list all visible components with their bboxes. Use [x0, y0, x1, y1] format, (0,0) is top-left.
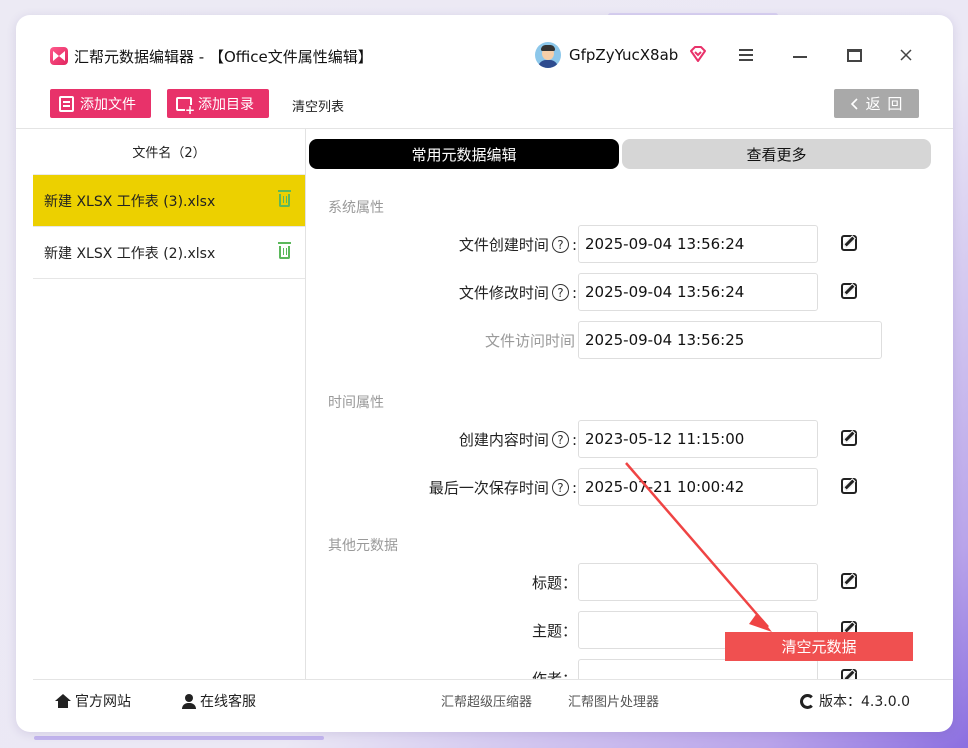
- back-label: 返 回: [865, 95, 904, 113]
- user-avatar[interactable]: [535, 42, 561, 68]
- title-field[interactable]: [578, 563, 818, 601]
- field-label-text: 文件访问时间: [484, 332, 575, 350]
- question-icon[interactable]: ?: [551, 431, 569, 448]
- last-saved-field[interactable]: [578, 468, 818, 506]
- field-label: 标题：: [532, 572, 577, 593]
- app-window: 汇帮元数据编辑器 - 【Office文件属性编辑】 GfpZyYucX8ab 添…: [16, 15, 953, 732]
- title-bar: 汇帮元数据编辑器 - 【Office文件属性编辑】 GfpZyYucX8ab: [16, 15, 953, 77]
- field-label: 最后一次保存时间 ?:: [428, 478, 577, 498]
- add-directory-button[interactable]: 添加目录: [167, 89, 269, 118]
- tab-bar: 常用元数据编辑 查看更多: [309, 139, 931, 169]
- version-label: 版本：4.3.0.0: [819, 694, 910, 710]
- hamburger-icon: [739, 54, 753, 56]
- field-row-author: 作者：: [307, 659, 947, 679]
- field-row-created: 文件创建时间 ?:: [307, 225, 947, 263]
- version-info: 版本：4.3.0.0: [800, 691, 910, 711]
- section-title-time: 时间属性: [328, 395, 384, 411]
- question-icon[interactable]: ?: [551, 479, 569, 496]
- field-label-text: 文件修改时间: [458, 284, 549, 302]
- edit-icon[interactable]: [841, 573, 857, 589]
- field-label-text: 最后一次保存时间: [428, 479, 549, 497]
- question-icon[interactable]: ?: [551, 284, 569, 301]
- refresh-icon[interactable]: [800, 693, 815, 709]
- file-list-panel: 文件名（2） 新建 XLSX 工作表 (3).xlsx 新建 XLSX 工作表 …: [33, 129, 306, 679]
- field-label: 作者：: [532, 668, 577, 679]
- field-label-text: 主题：: [531, 622, 577, 640]
- field-label-text: 创建内容时间: [458, 431, 549, 449]
- field-label: 主题：: [532, 620, 577, 641]
- official-website-label: 官方网站: [75, 694, 131, 710]
- clear-metadata-button[interactable]: 清空元数据: [725, 632, 913, 661]
- official-website-link[interactable]: 官方网站: [55, 691, 131, 711]
- trash-icon[interactable]: [278, 242, 291, 259]
- file-list-item[interactable]: 新建 XLSX 工作表 (3).xlsx: [33, 175, 305, 227]
- edit-icon[interactable]: [841, 235, 857, 251]
- metadata-editor-panel: 常用元数据编辑 查看更多 系统属性 文件创建时间 ?: 文件修改时间 ?: 文件…: [307, 129, 953, 679]
- file-list-header: 文件名（2）: [33, 129, 305, 175]
- minimize-button[interactable]: [788, 43, 812, 67]
- user-name[interactable]: GfpZyYucX8ab: [569, 46, 678, 64]
- field-row-title: 标题：: [307, 563, 947, 601]
- field-label: 文件创建时间 ?:: [458, 235, 577, 255]
- created-time-field[interactable]: [578, 225, 818, 263]
- edit-icon[interactable]: [841, 669, 857, 679]
- app-logo-icon: [50, 47, 68, 65]
- tab-view-more[interactable]: 查看更多: [622, 139, 931, 169]
- field-label-text: 标题：: [531, 574, 577, 592]
- menu-button[interactable]: [734, 43, 758, 67]
- close-icon: [900, 49, 912, 61]
- add-file-label: 添加文件: [80, 96, 136, 113]
- back-button[interactable]: 返 回: [834, 89, 919, 118]
- author-field[interactable]: [578, 659, 818, 679]
- file-name: 新建 XLSX 工作表 (2).xlsx: [44, 245, 216, 262]
- field-row-accessed: 文件访问时间: [307, 321, 947, 359]
- online-support-label: 在线客服: [200, 694, 256, 710]
- tab-common-metadata[interactable]: 常用元数据编辑: [309, 139, 619, 169]
- field-row-modified: 文件修改时间 ?:: [307, 273, 947, 311]
- edit-icon[interactable]: [841, 478, 857, 494]
- section-title-system: 系统属性: [328, 200, 384, 216]
- clear-list-button[interactable]: 清空列表: [292, 96, 344, 115]
- field-row-content-created: 创建内容时间 ?:: [307, 420, 947, 458]
- customer-service-icon: [181, 693, 196, 709]
- compressor-link[interactable]: 汇帮超级压缩器: [441, 691, 532, 710]
- trash-icon[interactable]: [278, 190, 291, 207]
- section-title-other: 其他元数据: [328, 538, 398, 554]
- field-row-last-saved: 最后一次保存时间 ?:: [307, 468, 947, 506]
- add-directory-label: 添加目录: [198, 96, 254, 113]
- close-button[interactable]: [894, 43, 918, 67]
- online-support-link[interactable]: 在线客服: [181, 691, 256, 711]
- file-list-item[interactable]: 新建 XLSX 工作表 (2).xlsx: [33, 227, 305, 279]
- question-icon[interactable]: ?: [551, 236, 569, 253]
- modified-time-field[interactable]: [578, 273, 818, 311]
- field-label: 文件修改时间 ?:: [458, 283, 577, 303]
- chevron-left-icon: [850, 97, 858, 110]
- accessed-time-field[interactable]: [578, 321, 882, 359]
- field-label-text: 文件创建时间: [458, 236, 549, 254]
- content-created-field[interactable]: [578, 420, 818, 458]
- field-label-text: 作者：: [531, 670, 577, 679]
- file-name: 新建 XLSX 工作表 (3).xlsx: [44, 193, 216, 210]
- minimize-icon: [793, 56, 807, 58]
- edit-icon[interactable]: [841, 283, 857, 299]
- field-label: 文件访问时间: [485, 330, 575, 351]
- file-icon: [59, 95, 74, 112]
- footer: 官方网站 在线客服 汇帮超级压缩器 汇帮图片处理器 版本：4.3.0.0: [33, 679, 953, 719]
- diamond-icon[interactable]: [689, 45, 707, 63]
- maximize-icon: [846, 48, 862, 62]
- background-decoration: [34, 736, 324, 740]
- toolbar: 添加文件 添加目录 清空列表 返 回: [16, 77, 953, 129]
- edit-icon[interactable]: [841, 430, 857, 446]
- maximize-button[interactable]: [842, 43, 866, 67]
- folder-add-icon: [176, 96, 195, 115]
- add-file-button[interactable]: 添加文件: [50, 89, 151, 118]
- window-title: 汇帮元数据编辑器 - 【Office文件属性编辑】: [74, 48, 373, 66]
- field-label: 创建内容时间 ?:: [458, 430, 577, 450]
- image-tool-link[interactable]: 汇帮图片处理器: [568, 691, 659, 710]
- home-icon: [55, 694, 71, 708]
